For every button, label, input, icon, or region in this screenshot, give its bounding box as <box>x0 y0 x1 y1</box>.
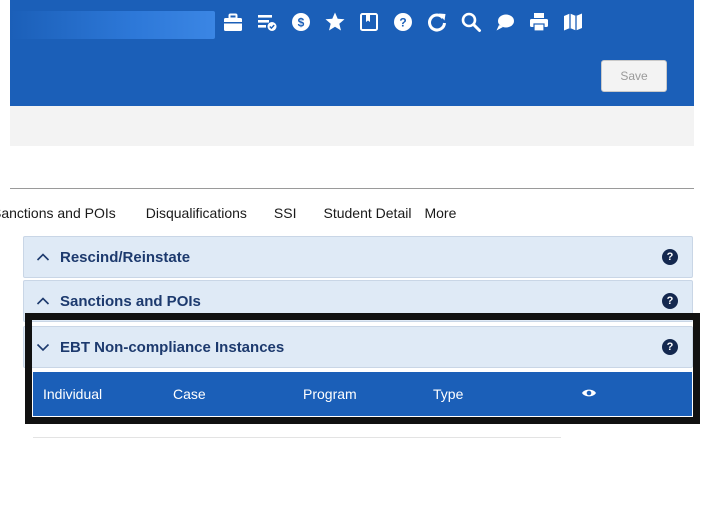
section-title: EBT Non-compliance Instances <box>60 338 285 356</box>
section-ebt-non-compliance-instances[interactable]: EBT Non-compliance Instances ? <box>23 326 693 368</box>
print-icon[interactable] <box>528 11 550 33</box>
chat-icon[interactable] <box>494 11 516 33</box>
tab-bar: Sanctions and POIs Disqualifications SSI… <box>0 201 456 225</box>
svg-text:$: $ <box>298 16 305 30</box>
help-icon[interactable]: ? <box>662 339 678 355</box>
task-list-icon[interactable] <box>256 11 278 33</box>
column-header-individual[interactable]: Individual <box>43 386 102 402</box>
eye-icon[interactable] <box>581 387 597 399</box>
tab-disqualifications[interactable]: Disqualifications <box>146 205 247 221</box>
header-toolbar: $ ? <box>222 8 596 36</box>
tab-divider <box>10 188 694 189</box>
star-icon[interactable] <box>324 11 346 33</box>
dollar-coin-icon[interactable]: $ <box>290 11 312 33</box>
page-band <box>10 106 694 146</box>
save-button[interactable]: Save <box>601 60 667 92</box>
section-rescind-reinstate[interactable]: Rescind/Reinstate ? <box>23 236 693 278</box>
column-header-case[interactable]: Case <box>173 386 206 402</box>
chevron-up-icon <box>36 294 50 308</box>
app-header: $ ? Save <box>10 0 694 106</box>
record-detail-area <box>10 146 694 188</box>
column-header-program[interactable]: Program <box>303 386 357 402</box>
section-title: Sanctions and POIs <box>60 292 201 310</box>
svg-text:?: ? <box>399 16 406 30</box>
help-icon[interactable]: ? <box>662 293 678 309</box>
table-body-empty <box>33 416 561 438</box>
tab-sanctions-and-pois[interactable]: Sanctions and POIs <box>0 205 116 221</box>
tab-ssi[interactable]: SSI <box>274 205 297 221</box>
refresh-icon[interactable] <box>426 11 448 33</box>
column-header-type[interactable]: Type <box>433 386 463 402</box>
chevron-down-icon <box>36 340 50 354</box>
map-icon[interactable] <box>562 11 584 33</box>
bookmark-icon[interactable] <box>358 11 380 33</box>
tab-more[interactable]: More <box>424 205 456 221</box>
section-sanctions-and-pois[interactable]: Sanctions and POIs ? <box>23 280 693 322</box>
chevron-up-icon <box>36 250 50 264</box>
ebt-table-header: Individual Case Program Type <box>33 372 692 416</box>
app-title-redacted <box>10 11 215 39</box>
tab-student-detail[interactable]: Student Detail <box>324 205 412 221</box>
help-icon[interactable]: ? <box>392 11 414 33</box>
search-icon[interactable] <box>460 11 482 33</box>
briefcase-icon[interactable] <box>222 11 244 33</box>
section-title: Rescind/Reinstate <box>60 248 191 266</box>
help-icon[interactable]: ? <box>662 249 678 265</box>
